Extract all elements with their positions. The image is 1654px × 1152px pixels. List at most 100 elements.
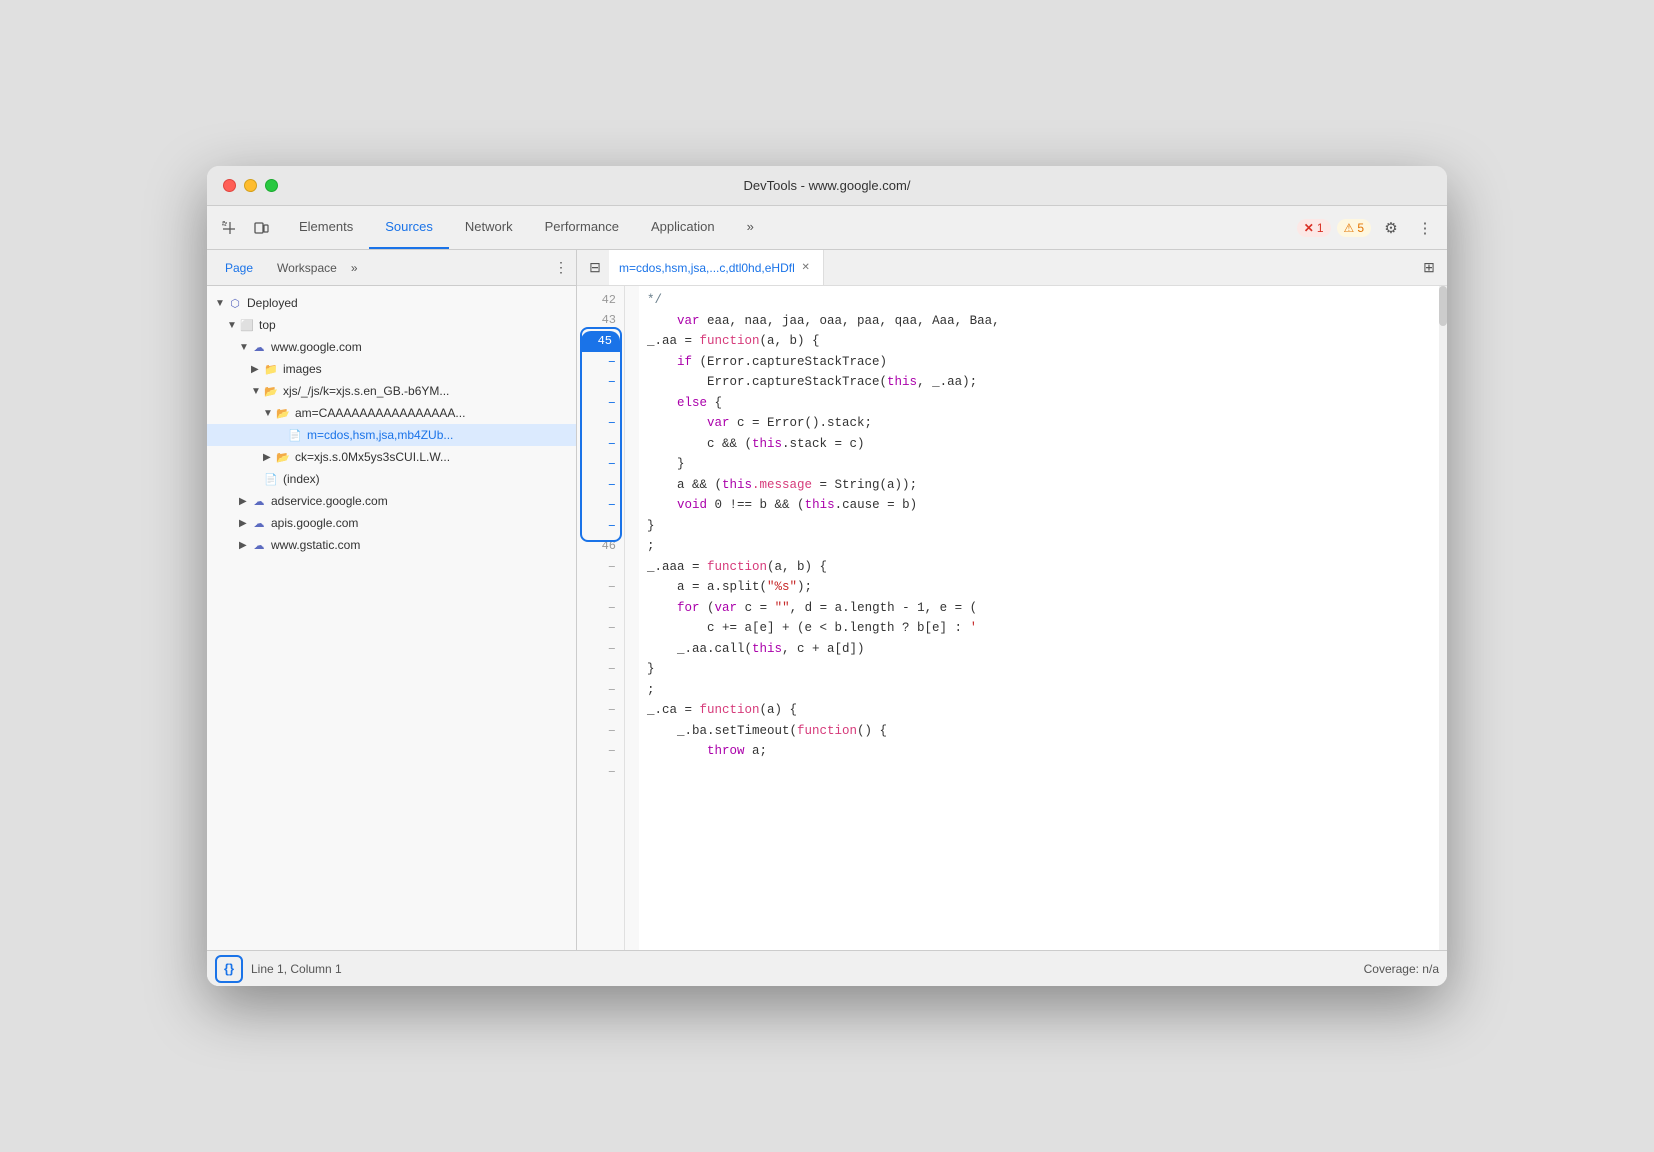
line-num-fold10: –	[577, 557, 624, 578]
tree-item-xjs[interactable]: ▼ 📂 xjs/_/js/k=xjs.s.en_GB.-b6YM...	[207, 380, 576, 402]
line-num-fold16: –	[577, 680, 624, 701]
tree-item-images[interactable]: ▶ 📁 images	[207, 358, 576, 380]
coverage-label: Coverage: n/a	[1364, 962, 1439, 976]
sources-panel: Page Workspace » ⋮ ▼ ⬡	[207, 250, 577, 950]
line-num-fold1: –	[577, 352, 624, 373]
device-toolbar-icon[interactable]	[247, 214, 275, 242]
tree-item-adservice[interactable]: ▶ ☁ adservice.google.com	[207, 490, 576, 512]
panel-actions-icon[interactable]: ⋮	[554, 259, 568, 276]
code-line-fold1: if (Error.captureStackTrace)	[647, 352, 1431, 373]
folder-icon-images: 📁	[263, 361, 279, 377]
editor-tab-mcdos[interactable]: m=cdos,hsm,jsa,...c,dtl0hd,eHDfl ✕	[609, 250, 824, 285]
globe-icon-apis: ☁	[251, 515, 267, 531]
main-area: Page Workspace » ⋮ ▼ ⬡	[207, 250, 1447, 950]
code-line-fold8: void 0 !== b && ( this .cause = b)	[647, 495, 1431, 516]
tab-elements[interactable]: Elements	[283, 206, 369, 249]
tree-item-top[interactable]: ▼ ⬜ top	[207, 314, 576, 336]
line-num-fold14: –	[577, 639, 624, 660]
line-num-42: 42	[577, 290, 624, 311]
line-num-fold4: –	[577, 413, 624, 434]
folder-icon-xjs: 📂	[263, 383, 279, 399]
line-numbers-container: 42 43 45 – – – – – – – – – 46	[577, 286, 625, 950]
sources-panel-tabs: Page Workspace » ⋮	[207, 250, 576, 286]
code-line-close1: }	[647, 659, 1431, 680]
scrollbar-track[interactable]	[1439, 286, 1447, 950]
settings-icon[interactable]: ⚙	[1377, 214, 1405, 242]
code-line-split: a = a.split( "%s" );	[647, 577, 1431, 598]
tab-workspace[interactable]: Workspace	[267, 257, 347, 279]
globe-icon-deployed: ⬡	[227, 295, 243, 311]
folder-icon-ck: 📂	[275, 449, 291, 465]
tree-item-apis[interactable]: ▶ ☁ apis.google.com	[207, 512, 576, 534]
minimize-button[interactable]	[244, 179, 257, 192]
code-line-concat: c += a[e] + (e < b.length ? b[e] : '	[647, 618, 1431, 639]
code-area: 42 43 45 – – – – – – – – – 46	[577, 286, 1447, 950]
code-line-45: _.aa = function (a, b) {	[647, 331, 1431, 352]
code-editor-panel: ⊟ m=cdos,hsm,jsa,...c,dtl0hd,eHDfl ✕ ⊞ 4…	[577, 250, 1447, 950]
file-js-icon: 📄	[287, 427, 303, 443]
titlebar: DevTools - www.google.com/	[207, 166, 1447, 206]
line-num-fold20: –	[577, 762, 624, 783]
arrow-am: ▼	[263, 408, 275, 419]
more-options-icon[interactable]: ⋮	[1411, 214, 1439, 242]
code-line-43: var eaa, naa, jaa, oaa, paa, qaa, Aaa, B…	[647, 311, 1431, 332]
line-num-45: 45	[581, 331, 620, 352]
file-tree: ▼ ⬡ Deployed ▼ ⬜ top ▼ ☁	[207, 286, 576, 950]
cursor-position: Line 1, Column 1	[251, 962, 342, 976]
warning-icon: ⚠	[1344, 221, 1355, 235]
line-num-fold15: –	[577, 659, 624, 680]
toolbar-right: ✕ 1 ⚠ 5 ⚙ ⋮	[1297, 214, 1439, 242]
code-line-fold3: else {	[647, 393, 1431, 414]
globe-icon-gstatic: ☁	[251, 537, 267, 553]
arrow-adservice: ▶	[239, 496, 251, 507]
line-num-fold12: –	[577, 598, 624, 619]
tree-item-deployed[interactable]: ▼ ⬡ Deployed	[207, 292, 576, 314]
error-count-badge[interactable]: ✕ 1	[1297, 219, 1331, 237]
globe-icon-adservice: ☁	[251, 493, 267, 509]
arrow-deployed: ▼	[215, 298, 227, 309]
code-line-fold9: }	[647, 516, 1431, 537]
line-num-fold19: –	[577, 741, 624, 762]
warning-count-badge[interactable]: ⚠ 5	[1337, 219, 1371, 237]
panel-split-icon[interactable]: ⊞	[1415, 254, 1443, 282]
tab-performance[interactable]: Performance	[529, 206, 635, 249]
tab-more[interactable]: »	[731, 206, 770, 249]
code-line-for: for ( var c = "" , d = a.length - 1, e =…	[647, 598, 1431, 619]
arrow-images: ▶	[251, 364, 263, 375]
panel-tabs-more[interactable]: »	[351, 261, 358, 275]
statusbar: {} Line 1, Column 1 Coverage: n/a	[207, 950, 1447, 986]
tree-item-am[interactable]: ▼ 📂 am=CAAAAAAAAAAAAAAAA...	[207, 402, 576, 424]
code-line-aacall: _.aa.call( this , c + a[d])	[647, 639, 1431, 660]
tree-item-ck[interactable]: ▶ 📂 ck=xjs.s.0Mx5ys3sCUI.L.W...	[207, 446, 576, 468]
globe-icon-www-google: ☁	[251, 339, 267, 355]
line-num-fold8: –	[577, 495, 624, 516]
maximize-button[interactable]	[265, 179, 278, 192]
line-num-fold11: –	[577, 577, 624, 598]
select-element-icon[interactable]	[215, 214, 243, 242]
line-num-fold13: –	[577, 618, 624, 639]
tab-network[interactable]: Network	[449, 206, 529, 249]
tab-close-button[interactable]: ✕	[799, 261, 813, 275]
tree-item-gstatic[interactable]: ▶ ☁ www.gstatic.com	[207, 534, 576, 556]
tree-item-www-google[interactable]: ▼ ☁ www.google.com	[207, 336, 576, 358]
tab-page[interactable]: Page	[215, 257, 263, 279]
line-num-fold2: –	[577, 372, 624, 393]
tree-item-mcdos[interactable]: 📄 m=cdos,hsm,jsa,mb4ZUb...	[207, 424, 576, 446]
line-num-fold5: –	[577, 434, 624, 455]
arrow-top: ▼	[227, 320, 239, 331]
scrollbar-thumb[interactable]	[1439, 286, 1447, 326]
tab-application[interactable]: Application	[635, 206, 731, 249]
code-line-fold2: Error.captureStackTrace( this , _.aa);	[647, 372, 1431, 393]
main-toolbar: Elements Sources Network Performance App…	[207, 206, 1447, 250]
tree-item-index[interactable]: 📄 (index)	[207, 468, 576, 490]
code-content[interactable]: */ var eaa, naa, jaa, oaa, paa, qaa, Aaa…	[639, 286, 1439, 950]
code-gutter	[625, 286, 639, 950]
code-line-aaa: _.aaa = function (a, b) {	[647, 557, 1431, 578]
sidebar-toggle-icon[interactable]: ⊟	[581, 254, 609, 282]
format-code-button[interactable]: {}	[215, 955, 243, 983]
code-line-46: ;	[647, 536, 1431, 557]
code-line-fold4: var c = Error().stack;	[647, 413, 1431, 434]
close-button[interactable]	[223, 179, 236, 192]
arrow-xjs: ▼	[251, 386, 263, 397]
tab-sources[interactable]: Sources	[369, 206, 449, 249]
